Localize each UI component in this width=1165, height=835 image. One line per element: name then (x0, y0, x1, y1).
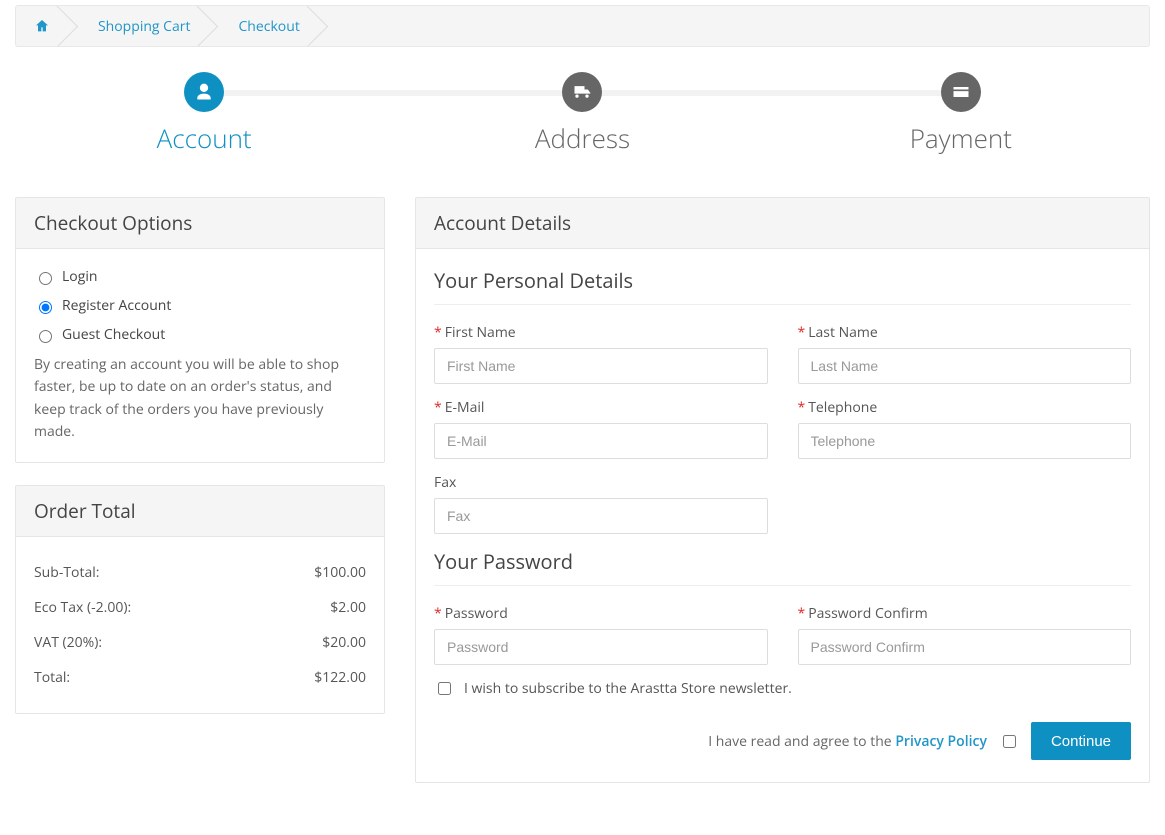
total-value: $2.00 (330, 598, 366, 617)
total-label: VAT (20%): (34, 633, 102, 652)
total-label: Sub-Total: (34, 563, 99, 582)
last-name-input[interactable] (798, 348, 1132, 384)
step-account-label: Account (15, 120, 393, 156)
privacy-policy-link[interactable]: Privacy Policy (895, 732, 987, 751)
option-guest-label: Guest Checkout (62, 325, 165, 344)
order-total-heading: Order Total (16, 486, 384, 537)
password-confirm-label: *Password Confirm (798, 604, 1132, 623)
step-payment-label: Payment (772, 120, 1150, 156)
option-login-radio[interactable] (39, 272, 52, 285)
telephone-label: *Telephone (798, 398, 1132, 417)
last-name-label: *Last Name (798, 323, 1132, 342)
option-guest-radio[interactable] (39, 330, 52, 343)
total-label: Eco Tax (-2.00): (34, 598, 131, 617)
option-login[interactable]: Login (34, 267, 366, 286)
personal-details-title: Your Personal Details (434, 267, 1131, 305)
total-value: $100.00 (314, 563, 366, 582)
agree-checkbox[interactable] (1003, 735, 1016, 748)
truck-icon (572, 82, 592, 102)
user-icon (194, 82, 214, 102)
first-name-input[interactable] (434, 348, 768, 384)
option-register[interactable]: Register Account (34, 296, 366, 315)
total-row-ecotax: Eco Tax (-2.00): $2.00 (34, 590, 366, 625)
password-input[interactable] (434, 629, 768, 665)
option-register-radio[interactable] (39, 301, 52, 314)
email-input[interactable] (434, 423, 768, 459)
home-icon (34, 18, 50, 34)
fax-label: Fax (434, 473, 768, 492)
total-label: Total: (34, 668, 70, 687)
total-value: $20.00 (322, 633, 366, 652)
form-footer: I have read and agree to the Privacy Pol… (434, 716, 1131, 764)
step-address[interactable]: Address (393, 72, 771, 156)
account-details-panel: Account Details Your Personal Details *F… (415, 197, 1150, 783)
newsletter-checkbox[interactable] (438, 682, 451, 695)
account-details-heading: Account Details (416, 198, 1149, 249)
password-label: *Password (434, 604, 768, 623)
checkout-options-help: By creating an account you will be able … (34, 354, 366, 444)
breadcrumb-home[interactable] (16, 6, 70, 46)
breadcrumb-checkout[interactable]: Checkout (210, 6, 319, 46)
breadcrumb-cart[interactable]: Shopping Cart (70, 6, 210, 46)
telephone-input[interactable] (798, 423, 1132, 459)
checkout-options-panel: Checkout Options Login Register Account … (15, 197, 385, 463)
newsletter-row[interactable]: I wish to subscribe to the Arastta Store… (434, 679, 1131, 698)
order-total-panel: Order Total Sub-Total: $100.00 Eco Tax (… (15, 485, 385, 714)
option-register-label: Register Account (62, 296, 171, 315)
step-account[interactable]: Account (15, 72, 393, 156)
agree-text: I have read and agree to the Privacy Pol… (708, 732, 987, 751)
option-guest[interactable]: Guest Checkout (34, 325, 366, 344)
fax-input[interactable] (434, 498, 768, 534)
first-name-label: *First Name (434, 323, 768, 342)
total-row-vat: VAT (20%): $20.00 (34, 625, 366, 660)
checkout-steps: Account Address Payment (15, 72, 1150, 172)
option-login-label: Login (62, 267, 97, 286)
newsletter-label: I wish to subscribe to the Arastta Store… (464, 679, 792, 698)
credit-card-icon (951, 82, 971, 102)
breadcrumb: Shopping Cart Checkout (15, 5, 1150, 47)
total-value: $122.00 (314, 668, 366, 687)
breadcrumb-cart-link[interactable]: Shopping Cart (98, 17, 190, 36)
total-row-subtotal: Sub-Total: $100.00 (34, 555, 366, 590)
email-label: *E-Mail (434, 398, 768, 417)
total-row-total: Total: $122.00 (34, 660, 366, 695)
checkout-options-heading: Checkout Options (16, 198, 384, 249)
step-address-label: Address (393, 120, 771, 156)
password-title: Your Password (434, 548, 1131, 586)
continue-button[interactable]: Continue (1031, 722, 1131, 760)
password-confirm-input[interactable] (798, 629, 1132, 665)
step-payment[interactable]: Payment (772, 72, 1150, 156)
breadcrumb-checkout-link[interactable]: Checkout (238, 17, 299, 36)
